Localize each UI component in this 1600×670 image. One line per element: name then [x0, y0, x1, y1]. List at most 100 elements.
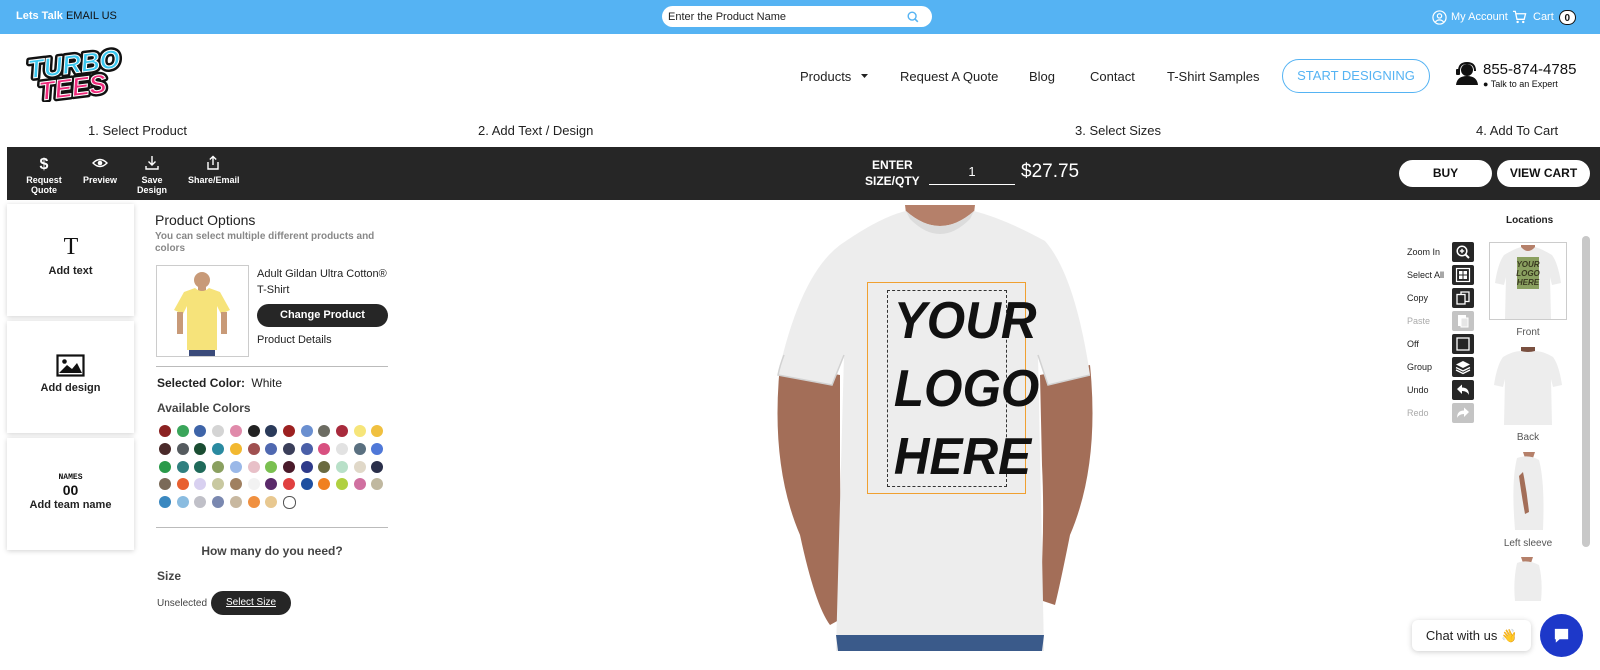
snap-off-button[interactable]	[1452, 334, 1474, 354]
zoom-in-button[interactable]	[1452, 242, 1474, 262]
add-text-tool[interactable]: T Add text	[7, 204, 134, 316]
turbo-tees-logo[interactable]: TURBO TURBO TEES TEES	[18, 46, 130, 102]
color-swatch[interactable]	[371, 425, 384, 437]
color-swatch[interactable]	[265, 496, 278, 509]
color-swatch[interactable]	[159, 496, 171, 509]
color-swatch[interactable]	[194, 496, 207, 509]
copy-button[interactable]	[1452, 288, 1474, 308]
color-swatch[interactable]	[353, 425, 366, 437]
add-design-tool[interactable]: Add design	[7, 321, 134, 433]
product-details-link[interactable]: Product Details	[257, 334, 332, 346]
color-swatch[interactable]	[265, 478, 278, 491]
color-swatch[interactable]	[247, 460, 260, 473]
color-swatch[interactable]	[229, 496, 242, 509]
color-swatch[interactable]	[300, 425, 313, 437]
cart-link[interactable]: Cart 0	[1512, 9, 1576, 25]
quantity-input[interactable]	[929, 159, 1015, 185]
color-swatch[interactable]	[194, 460, 207, 473]
color-swatch[interactable]	[336, 478, 348, 491]
view-cart-button[interactable]: VIEW CART	[1497, 160, 1590, 187]
undo-button[interactable]	[1452, 380, 1474, 400]
color-swatch[interactable]	[212, 442, 225, 455]
location-right-sleeve-thumb[interactable]	[1489, 557, 1567, 601]
color-swatch[interactable]	[247, 442, 260, 455]
paste-button[interactable]	[1452, 311, 1474, 331]
color-swatch[interactable]	[159, 460, 171, 473]
color-swatch[interactable]	[194, 425, 207, 437]
nav-request-quote[interactable]: Request A Quote	[900, 69, 998, 84]
locations-scrollbar[interactable]	[1582, 236, 1590, 547]
color-swatch[interactable]	[176, 442, 189, 455]
color-swatch[interactable]	[353, 442, 366, 455]
color-swatch[interactable]	[194, 442, 207, 455]
color-swatch[interactable]	[176, 460, 189, 473]
color-swatch[interactable]	[265, 460, 278, 473]
nav-tshirt-samples[interactable]: T-Shirt Samples	[1167, 69, 1259, 84]
color-swatch[interactable]	[282, 496, 296, 510]
start-designing-button[interactable]: START DESIGNING	[1282, 59, 1430, 93]
group-button[interactable]	[1452, 357, 1474, 377]
color-swatch[interactable]	[371, 460, 384, 473]
color-swatch[interactable]	[159, 478, 171, 491]
color-swatch[interactable]	[318, 442, 331, 455]
search-input[interactable]	[668, 9, 898, 24]
share-email-button[interactable]: Share/Email	[188, 155, 240, 185]
color-swatch[interactable]	[229, 460, 242, 473]
color-swatch[interactable]	[176, 425, 189, 437]
color-swatch[interactable]	[282, 425, 295, 437]
change-product-button[interactable]: Change Product	[257, 304, 388, 327]
location-left-sleeve-thumb[interactable]	[1489, 452, 1567, 530]
color-swatch[interactable]	[336, 460, 348, 473]
save-design-button[interactable]: Save Design	[126, 155, 178, 195]
chat-with-us[interactable]: Chat with us 👋	[1412, 620, 1531, 651]
color-swatch[interactable]	[371, 478, 384, 491]
email-us-link[interactable]: EMAIL US	[66, 10, 117, 22]
color-swatch[interactable]	[247, 425, 260, 437]
my-account-link[interactable]: My Account	[1432, 9, 1508, 25]
color-swatch[interactable]	[336, 442, 348, 455]
buy-button[interactable]: BUY	[1399, 160, 1492, 187]
color-swatch[interactable]	[265, 442, 278, 455]
location-back-thumb[interactable]	[1489, 347, 1567, 425]
select-all-button[interactable]	[1452, 265, 1474, 285]
color-swatch[interactable]	[300, 478, 313, 491]
phone-number[interactable]: 855-874-4785	[1483, 61, 1576, 78]
color-swatch[interactable]	[300, 460, 313, 473]
search-icon[interactable]	[906, 10, 920, 24]
product-thumbnail[interactable]	[156, 265, 249, 357]
color-swatch[interactable]	[282, 442, 295, 455]
color-swatch[interactable]	[300, 442, 313, 455]
color-swatch[interactable]	[318, 478, 331, 491]
color-swatch[interactable]	[229, 425, 242, 437]
color-swatch[interactable]	[336, 425, 348, 437]
color-swatch[interactable]	[318, 460, 331, 473]
color-swatch[interactable]	[159, 425, 171, 437]
redo-button[interactable]	[1452, 403, 1474, 423]
color-swatch[interactable]	[212, 496, 225, 509]
color-swatch[interactable]	[176, 496, 189, 509]
color-swatch[interactable]	[247, 496, 260, 509]
color-swatch[interactable]	[229, 478, 242, 491]
color-swatch[interactable]	[353, 460, 366, 473]
chat-launcher-button[interactable]	[1540, 614, 1583, 657]
color-swatch[interactable]	[159, 442, 171, 455]
color-swatch[interactable]	[229, 442, 242, 455]
color-swatch[interactable]	[282, 460, 295, 473]
color-swatch[interactable]	[318, 425, 331, 437]
color-swatch[interactable]	[194, 478, 207, 491]
select-size-button[interactable]: Select Size	[211, 591, 291, 615]
location-front-thumb[interactable]: YOUR LOGO HERE	[1489, 242, 1567, 320]
nav-products[interactable]: Products	[800, 69, 869, 84]
color-swatch[interactable]	[212, 478, 225, 491]
color-swatch[interactable]	[212, 425, 225, 437]
color-swatch[interactable]	[265, 425, 278, 437]
nav-contact[interactable]: Contact	[1090, 69, 1135, 84]
color-swatch[interactable]	[212, 460, 225, 473]
color-swatch[interactable]	[247, 478, 260, 491]
color-swatch[interactable]	[353, 478, 366, 491]
color-swatch[interactable]	[282, 478, 295, 491]
color-swatch[interactable]	[371, 442, 384, 455]
add-team-name-tool[interactable]: NAMES 00 Add team name	[7, 438, 134, 550]
preview-button[interactable]: Preview	[82, 155, 118, 185]
request-quote-button[interactable]: $ Request Quote	[13, 155, 75, 195]
